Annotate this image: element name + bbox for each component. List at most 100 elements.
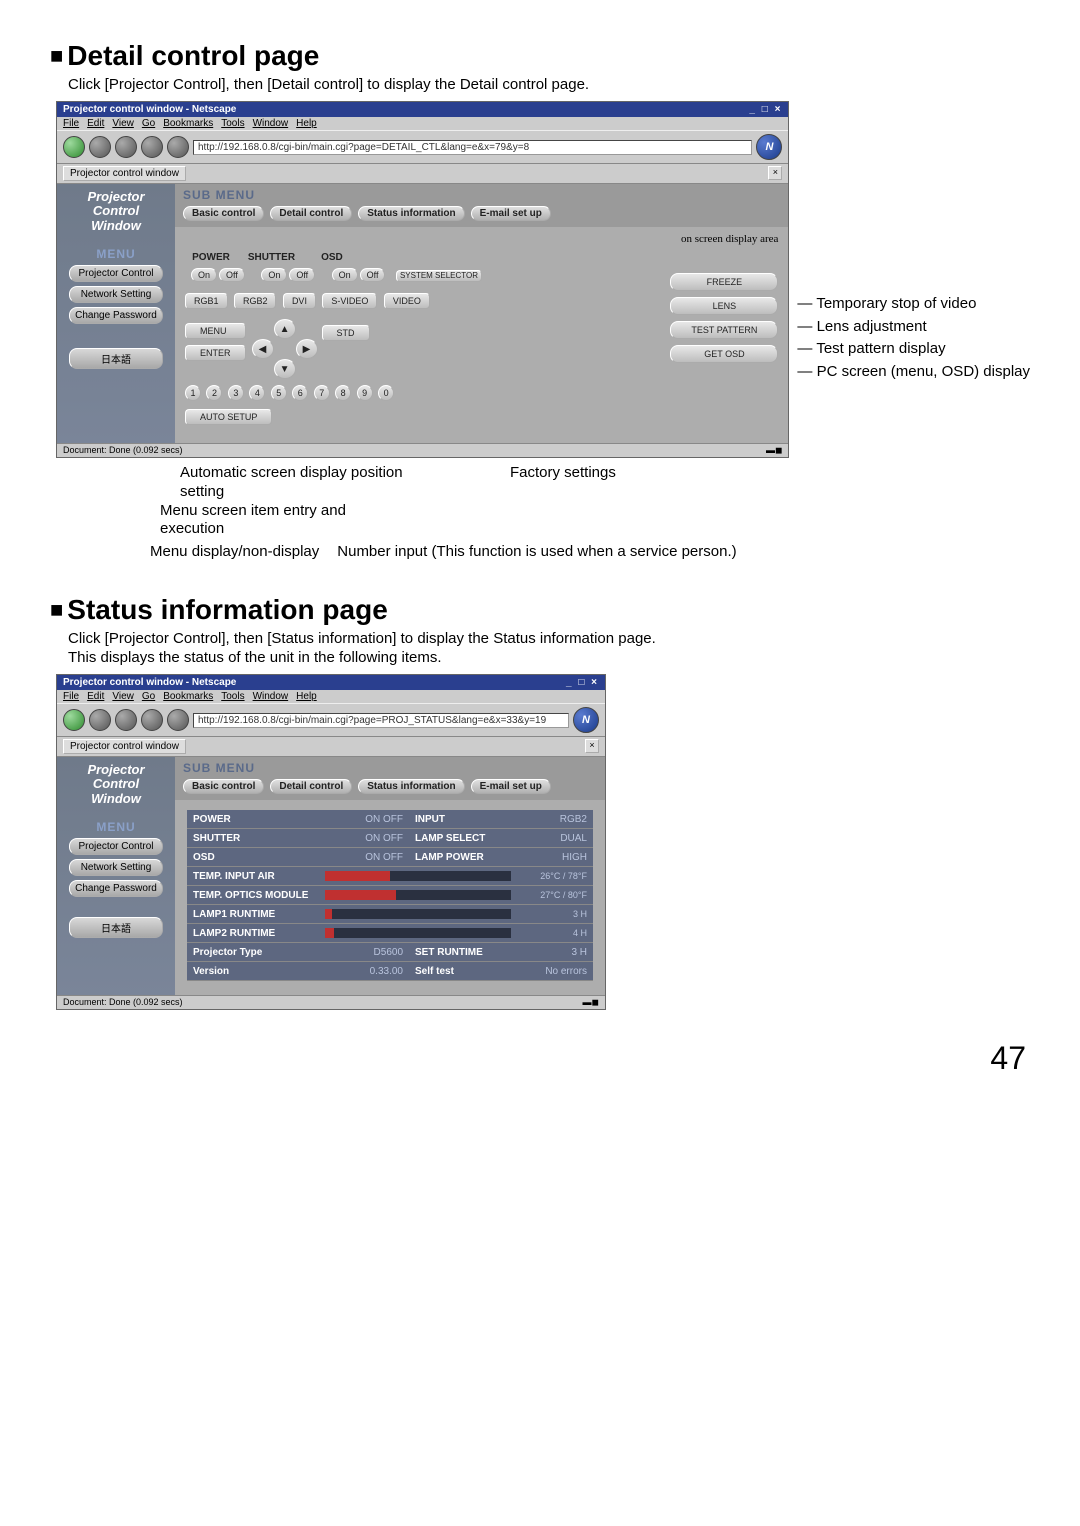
browser-menubar[interactable]: FileEditViewGoBookmarksToolsWindowHelp xyxy=(57,117,788,130)
callout-auto-setup: Automatic screen display position settin… xyxy=(180,464,430,502)
below-annotations-1b: Menu screen item entry and execution xyxy=(160,502,1030,540)
heading-detail-control: Detail control page xyxy=(50,40,1030,72)
back-button-2[interactable] xyxy=(63,709,85,731)
tab-basic-control[interactable]: Basic control xyxy=(183,206,264,221)
enter-button[interactable]: ENTER xyxy=(185,345,246,361)
osd-off[interactable]: Off xyxy=(360,268,386,282)
reload-button[interactable] xyxy=(115,136,137,158)
main-area-2: SUB MENU Basic control Detail control St… xyxy=(175,757,605,995)
window-title: Projector control window - Netscape xyxy=(63,104,236,115)
system-selector-button[interactable]: SYSTEM SELECTOR xyxy=(396,270,482,282)
num-1[interactable]: 1 xyxy=(185,385,201,401)
heading-status-info: Status information page xyxy=(50,594,1030,626)
lens-button[interactable]: LENS xyxy=(670,297,778,315)
power-off[interactable]: Off xyxy=(219,268,245,282)
sidebar: Projector Control Window MENU Projector … xyxy=(57,184,175,443)
freeze-button[interactable]: FREEZE xyxy=(670,273,778,291)
callout-menu-display: Menu display/non-display xyxy=(150,543,319,560)
callout-freeze: Temporary stop of video xyxy=(815,293,1030,316)
sidebar-menu-label: MENU xyxy=(61,247,171,261)
num-8[interactable]: 8 xyxy=(335,385,351,401)
stop-button[interactable] xyxy=(141,136,163,158)
osd-area-label: on screen display area xyxy=(681,233,778,245)
tab-detail-control[interactable]: Detail control xyxy=(270,206,352,221)
intro-status-1: Click [Projector Control], then [Status … xyxy=(68,630,1030,647)
status-row: POWERON OFFINPUTRGB2 xyxy=(187,810,593,829)
num-6[interactable]: 6 xyxy=(292,385,308,401)
url-bar[interactable]: http://192.168.0.8/cgi-bin/main.cgi?page… xyxy=(193,140,752,155)
num-2[interactable]: 2 xyxy=(206,385,222,401)
browser-statusbar-2: Document: Done (0.092 secs)▬◼ xyxy=(57,995,605,1009)
reload-button-2[interactable] xyxy=(115,709,137,731)
num-7[interactable]: 7 xyxy=(314,385,330,401)
num-0[interactable]: 0 xyxy=(378,385,394,401)
input-svideo[interactable]: S-VIDEO xyxy=(322,293,377,309)
num-4[interactable]: 4 xyxy=(249,385,265,401)
shutter-label: SHUTTER xyxy=(241,252,301,263)
sidebar-btn-network-setting[interactable]: Network Setting xyxy=(69,286,163,303)
subtabs: Basic control Detail control Status info… xyxy=(175,202,788,227)
home-button-2[interactable] xyxy=(167,709,189,731)
browser-window-status: Projector control window - Netscape _ □ … xyxy=(56,674,606,1010)
main-area: SUB MENU Basic control Detail control St… xyxy=(175,184,788,443)
get-osd-button[interactable]: GET OSD xyxy=(670,345,778,363)
window-titlebar-2: Projector control window - Netscape _ □ … xyxy=(57,675,605,690)
status-row: SHUTTERON OFFLAMP SELECTDUAL xyxy=(187,829,593,848)
std-button[interactable]: STD xyxy=(322,325,370,341)
browser-menubar-2[interactable]: FileEditViewGoBookmarksToolsWindowHelp xyxy=(57,690,605,703)
right-callouts: Temporary stop of video Lens adjustment … xyxy=(797,293,1030,383)
sidebar-btn-projector-control[interactable]: Projector Control xyxy=(69,265,163,282)
callout-test-pattern: Test pattern display xyxy=(815,338,1030,361)
status-row: Version0.33.00Self testNo errors xyxy=(187,962,593,981)
arrow-up-icon[interactable]: ▲ xyxy=(274,319,296,339)
detail-panel: on screen display area POWER SHUTTER OSD… xyxy=(175,227,788,443)
page-number: 47 xyxy=(50,1040,1026,1077)
status-bar-row: LAMP1 RUNTIME3 H xyxy=(187,905,593,924)
auto-setup-button[interactable]: AUTO SETUP xyxy=(185,409,272,425)
arrow-down-icon[interactable]: ▼ xyxy=(274,359,296,379)
status-row: Projector TypeD5600SET RUNTIME3 H xyxy=(187,943,593,962)
osd-on[interactable]: On xyxy=(332,268,358,282)
stop-button-2[interactable] xyxy=(141,709,163,731)
auto-setup-row: AUTO SETUP xyxy=(185,407,778,425)
forward-button-2[interactable] xyxy=(89,709,111,731)
num-5[interactable]: 5 xyxy=(271,385,287,401)
power-on[interactable]: On xyxy=(191,268,217,282)
window-buttons[interactable]: _ □ × xyxy=(749,104,782,115)
callout-lens: Lens adjustment xyxy=(815,316,1030,339)
input-video[interactable]: VIDEO xyxy=(384,293,430,309)
num-3[interactable]: 3 xyxy=(228,385,244,401)
browser-toolbar-2: http://192.168.0.8/cgi-bin/main.cgi?page… xyxy=(57,703,605,737)
forward-button[interactable] xyxy=(89,136,111,158)
window-titlebar: Projector control window - Netscape _ □ … xyxy=(57,102,788,117)
shutter-off[interactable]: Off xyxy=(289,268,315,282)
num-9[interactable]: 9 xyxy=(357,385,373,401)
page-content: Projector Control Window MENU Projector … xyxy=(57,184,788,443)
tab-status-information[interactable]: Status information xyxy=(358,206,464,221)
home-button[interactable] xyxy=(167,136,189,158)
intro-detail: Click [Projector Control], then [Detail … xyxy=(68,76,1030,93)
arrow-pad: ▲ ◀ ▶ ▼ xyxy=(252,319,316,377)
url-bar-2[interactable]: http://192.168.0.8/cgi-bin/main.cgi?page… xyxy=(193,713,569,728)
tab-email-setup[interactable]: E-mail set up xyxy=(471,206,551,221)
tab-close[interactable]: × xyxy=(768,166,782,180)
status-bar-row: TEMP. OPTICS MODULE27°C / 80°F xyxy=(187,886,593,905)
arrow-left-icon[interactable]: ◀ xyxy=(252,339,274,359)
status-table: POWERON OFFINPUTRGB2 SHUTTERON OFFLAMP S… xyxy=(175,800,605,995)
sidebar-btn-change-password[interactable]: Change Password xyxy=(69,307,163,324)
back-button[interactable] xyxy=(63,136,85,158)
browser-tab[interactable]: Projector control window xyxy=(63,166,186,181)
input-dvi[interactable]: DVI xyxy=(283,293,316,309)
input-rgb2[interactable]: RGB2 xyxy=(234,293,277,309)
netscape-logo: N xyxy=(756,134,782,160)
intro-status-2: This displays the status of the unit in … xyxy=(68,649,1030,666)
sidebar-btn-japanese[interactable]: 日本語 xyxy=(69,348,163,369)
input-rgb1[interactable]: RGB1 xyxy=(185,293,228,309)
browser-window-detail: Projector control window - Netscape _ □ … xyxy=(56,101,789,458)
menu-button[interactable]: MENU xyxy=(185,323,246,339)
arrow-right-icon[interactable]: ▶ xyxy=(296,339,318,359)
browser-tabbar: Projector control window × xyxy=(57,164,788,184)
test-pattern-button[interactable]: TEST PATTERN xyxy=(670,321,778,339)
shutter-on[interactable]: On xyxy=(261,268,287,282)
osd-label: OSD xyxy=(306,252,358,263)
